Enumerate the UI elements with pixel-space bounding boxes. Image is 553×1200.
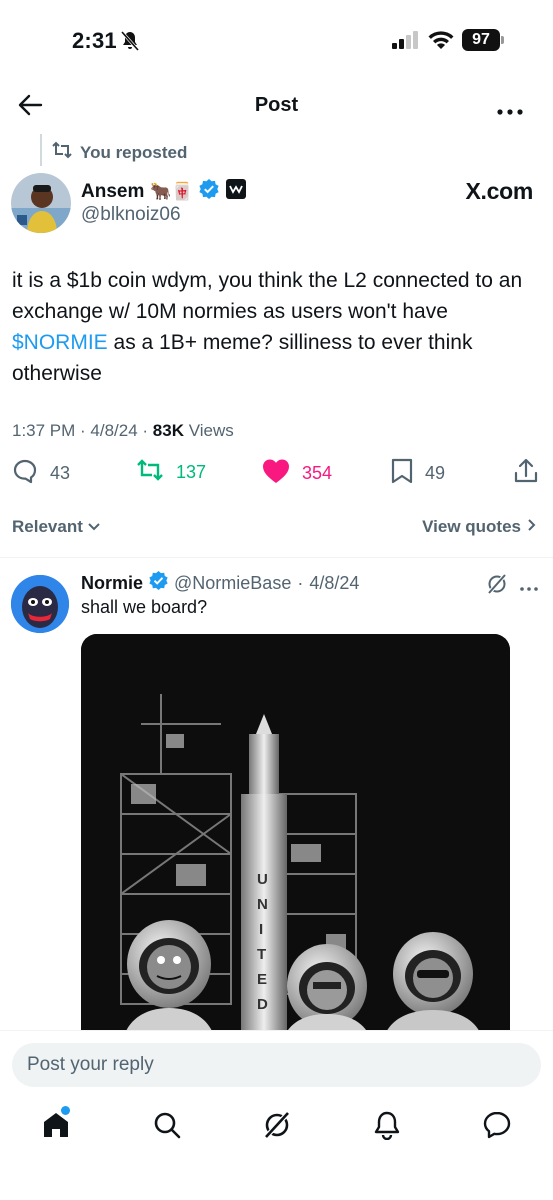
bottom-tab-bar: [0, 1100, 553, 1200]
status-time: 2:31: [72, 28, 117, 53]
repost-indicator: You reposted: [52, 141, 187, 164]
repost-count: 137: [176, 462, 207, 482]
sort-dropdown[interactable]: Relevant: [12, 517, 101, 537]
view-quotes-link[interactable]: View quotes: [422, 517, 537, 537]
battery-indicator: 97: [462, 29, 500, 51]
tweet-text-part: it is a $1b coin wdym, you think the L2 …: [12, 269, 523, 323]
author-name[interactable]: Ansem: [81, 181, 144, 203]
messages-icon[interactable]: [482, 1110, 512, 1145]
like-count: 354: [302, 463, 333, 483]
page-title: Post: [254, 94, 299, 116]
tweet-meta: 1:37 PM · 4/8/24 · 83K Views: [12, 421, 234, 440]
repost-label: You reposted: [80, 142, 188, 162]
bookmark-button[interactable]: 49: [391, 458, 445, 489]
more-icon[interactable]: [497, 102, 523, 120]
reply-header: Normie @NormieBase · 4/8/24: [81, 571, 359, 595]
affiliate-badge-icon[interactable]: [225, 178, 247, 205]
bookmark-count: 49: [425, 463, 446, 483]
bell-muted-icon: [120, 31, 140, 56]
share-icon: [514, 458, 538, 489]
author-name-row[interactable]: Ansem 🐂🀄: [81, 178, 247, 205]
views-label: Views: [188, 421, 234, 440]
grok-icon[interactable]: [486, 573, 508, 600]
thread-line: [40, 134, 42, 166]
chevron-down-icon: [87, 517, 101, 537]
top-navigation: Post: [0, 80, 553, 130]
repost-icon: [52, 141, 72, 164]
author-emojis: 🐂🀄: [150, 181, 193, 201]
author-handle[interactable]: @blknoiz06: [81, 204, 181, 226]
verified-icon: [149, 571, 168, 595]
repost-icon: [136, 458, 164, 487]
svg-text:D: D: [257, 996, 268, 1013]
reply-text: shall we board?: [81, 597, 208, 617]
home-icon[interactable]: [41, 1110, 71, 1145]
reply-header-icons: [486, 573, 538, 600]
divider: [0, 557, 553, 558]
source-label[interactable]: X.com: [465, 178, 533, 205]
separator: ·: [297, 572, 304, 593]
author-avatar[interactable]: [11, 173, 71, 233]
reply-compose-bar: [0, 1030, 553, 1100]
repost-button[interactable]: 137: [136, 458, 206, 487]
reply-author-name[interactable]: Normie: [81, 573, 143, 594]
reply-avatar[interactable]: [11, 575, 69, 633]
signal-icon: [392, 31, 420, 54]
reply-date[interactable]: 4/8/24: [309, 573, 359, 594]
action-bar: 43 137 354 49: [0, 458, 553, 492]
reply-button[interactable]: 43: [12, 458, 70, 489]
reply-count: 43: [50, 463, 71, 483]
svg-text:I: I: [259, 921, 263, 938]
verified-icon: [199, 179, 219, 204]
svg-text:N: N: [257, 896, 268, 913]
reply-icon: [12, 458, 38, 489]
more-icon[interactable]: [520, 578, 538, 596]
chevron-right-icon: [527, 517, 537, 537]
status-bar: 2:31 97: [0, 0, 553, 80]
svg-text:U: U: [257, 871, 268, 888]
views-count[interactable]: 83K: [153, 421, 184, 440]
share-button[interactable]: [514, 458, 538, 489]
cashtag-link[interactable]: $NORMIE: [12, 331, 108, 354]
like-icon: [262, 458, 290, 489]
reply-author-handle[interactable]: @NormieBase: [174, 573, 291, 594]
view-quotes-label: View quotes: [422, 517, 521, 536]
notification-dot: [61, 1106, 70, 1115]
svg-text:T: T: [257, 946, 266, 963]
reply-input[interactable]: [12, 1043, 541, 1087]
battery-tip: [501, 36, 504, 44]
notifications-icon[interactable]: [372, 1110, 402, 1145]
reply-image[interactable]: UNI TED: [81, 634, 510, 1054]
wifi-icon: [427, 29, 455, 56]
tweet-date[interactable]: 4/8/24: [90, 421, 137, 440]
bookmark-icon: [391, 458, 413, 489]
like-button[interactable]: 354: [262, 458, 332, 489]
svg-text:E: E: [257, 971, 267, 988]
sort-label: Relevant: [12, 517, 83, 536]
tweet-text: it is a $1b coin wdym, you think the L2 …: [12, 265, 542, 389]
tweet-time[interactable]: 1:37 PM: [12, 421, 75, 440]
grok-icon[interactable]: [262, 1110, 292, 1145]
search-icon[interactable]: [152, 1110, 182, 1145]
